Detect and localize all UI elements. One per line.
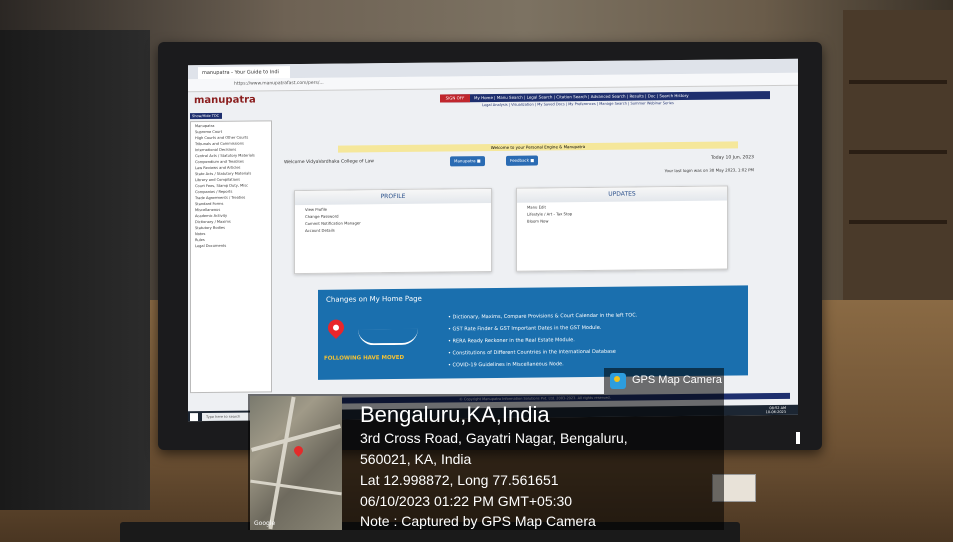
gps-address-line2: 560021, KA, India: [360, 451, 472, 467]
toc-item[interactable]: High Courts and Other Courts: [195, 135, 267, 141]
toc-item[interactable]: State Acts / Statutory Materials: [195, 171, 267, 177]
monitor-led: [796, 432, 800, 444]
welcome-text: Welcome VidyaVardhaka College of Law: [284, 159, 374, 166]
map-thumbnail: Google: [250, 396, 342, 530]
toc-item[interactable]: Dictionary / Maxims: [195, 219, 267, 224]
monitor-screen: manupatra - Your Guide to Indi https://w…: [188, 58, 798, 422]
map-pin-icon: [292, 444, 305, 457]
toc-item[interactable]: Academic Activity: [195, 213, 267, 218]
toc-item[interactable]: Central Acts / Statutory Materials: [195, 153, 267, 158]
taskbar-date: 10-06-2023: [765, 409, 786, 415]
today-date: Today 10 Jun, 2023: [711, 155, 754, 161]
gps-address-line1: 3rd Cross Road, Gayatri Nagar, Bengaluru…: [360, 430, 628, 446]
updates-item[interactable]: Bloom Now: [527, 217, 717, 223]
gps-badge: GPS Map Camera: [604, 368, 724, 394]
shelf-row: [849, 150, 947, 154]
toc-item[interactable]: Rules: [195, 237, 267, 242]
toc-toggle[interactable]: Show/Hide TOC: [190, 112, 222, 120]
changes-title: Changes on My Home Page: [326, 294, 422, 304]
shelf-row: [849, 220, 947, 224]
updates-item[interactable]: Manu Edit: [527, 203, 717, 209]
profile-title: PROFILE: [295, 189, 491, 206]
last-login: Your last login was on 30 May 2023, 1:02…: [664, 167, 754, 174]
gps-datetime: 06/10/2023 01:22 PM GMT+05:30: [360, 493, 573, 509]
changes-item: • Constitutions of Different Countries i…: [448, 348, 616, 357]
toc-item[interactable]: Library and Compilations: [195, 177, 267, 182]
toc-item[interactable]: Legal Documents: [195, 243, 267, 248]
notice-bar: Welcome to your Personal Engine & Manupa…: [338, 141, 738, 153]
sub-nav[interactable]: Legal Analysis | Visualization | My Save…: [482, 100, 732, 110]
updates-panel: UPDATES Manu Edit Lifestyle / Art - Tax …: [516, 185, 728, 272]
profile-item[interactable]: View Profile: [305, 205, 481, 212]
main-content: Welcome to your Personal Engine & Manupa…: [280, 115, 790, 410]
changes-banner: Changes on My Home Page • Dictionary, Ma…: [318, 285, 748, 380]
changes-item: • GST Rate Finder & GST Important Dates …: [448, 324, 602, 333]
toc-item[interactable]: Compendium and Treatises: [195, 159, 267, 165]
map-logo: Google: [254, 520, 276, 527]
changes-item: • COVID-19 Guidelines in Miscellaneous N…: [448, 361, 564, 369]
updates-title: UPDATES: [517, 186, 727, 203]
manupatra-button[interactable]: Manupatra ■: [450, 156, 485, 167]
map-road: [268, 396, 296, 530]
profile-panel: PROFILE View Profile Change Password Com…: [294, 188, 492, 275]
toc-panel: Manupatra Supreme Court High Courts and Ot…: [190, 120, 272, 394]
updates-item[interactable]: Lifestyle / Art - Tax Stop: [527, 210, 717, 216]
gps-note: Note : Captured by GPS Map Camera: [360, 513, 596, 529]
gps-latlong: Lat 12.998872, Long 77.561651: [360, 472, 559, 488]
toc-item[interactable]: Miscellaneous: [195, 207, 267, 212]
shelf-row: [849, 80, 947, 84]
address-url: https://www.manupatrafast.com/pers/...: [234, 80, 324, 87]
toc-item[interactable]: Statutory Bodies: [195, 225, 267, 230]
photo-scene: manupatra - Your Guide to Indi https://w…: [0, 0, 953, 542]
feedback-button[interactable]: Feedback ■: [506, 155, 539, 166]
cpu-cabinet: [0, 30, 150, 510]
changes-item: • RERA Ready Reckoner in the Real Estate…: [448, 337, 575, 345]
toc-item[interactable]: Tribunals and Commissions: [195, 141, 267, 147]
profile-item[interactable]: Change Password: [305, 212, 481, 219]
toc-item[interactable]: Supreme Court: [195, 129, 267, 134]
toc-item[interactable]: Companies / Reports: [195, 189, 267, 194]
toc-item[interactable]: Law Reviews and Articles: [195, 165, 267, 170]
manupatra-logo[interactable]: manupatra: [194, 94, 256, 106]
gps-city: Bengaluru,KA,India: [360, 402, 550, 427]
toc-item[interactable]: Notes: [195, 231, 267, 236]
browser-tab[interactable]: manupatra - Your Guide to Indi: [198, 66, 290, 80]
gps-camera-icon: [610, 373, 626, 389]
moved-label: FOLLOWING HAVE MOVED: [324, 354, 405, 362]
signout-button[interactable]: SIGN OFF: [440, 94, 470, 103]
changes-item: • Dictionary, Maxims, Compare Provisions…: [448, 312, 638, 321]
toc-item[interactable]: International Decisions: [195, 147, 267, 152]
profile-item[interactable]: Account Details: [305, 226, 481, 233]
toc-item[interactable]: Trade Agreements / Treaties: [195, 195, 267, 201]
path-icon: [358, 328, 418, 346]
toc-item[interactable]: Court Fees, Stamp Duty, Misc: [195, 183, 267, 189]
toc-item[interactable]: Manupatra: [195, 123, 267, 128]
map-road: [250, 479, 342, 496]
gps-badge-label: GPS Map Camera: [632, 374, 722, 386]
windows-start-icon[interactable]: [190, 413, 198, 422]
profile-item[interactable]: Commit Notification Manager: [305, 219, 481, 226]
toc-item[interactable]: Standard Forms: [195, 201, 267, 206]
bookshelf: [843, 10, 953, 300]
taskbar-clock: 08:52 AM 10-06-2023: [766, 406, 786, 414]
location-pin-icon: [324, 316, 348, 339]
